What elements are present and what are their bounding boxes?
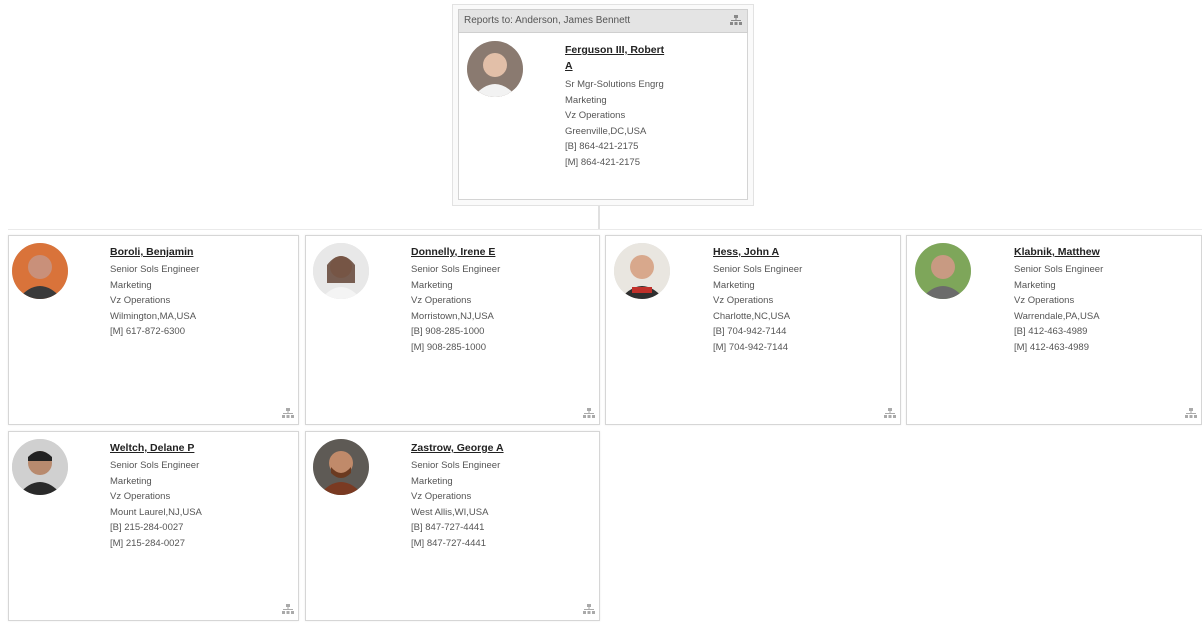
org-chart-icon[interactable] xyxy=(583,408,595,420)
org-chart-icon[interactable] xyxy=(1185,408,1197,420)
org-chart-icon[interactable] xyxy=(282,604,294,616)
report-details: Senior Sols Engineer Marketing Vz Operat… xyxy=(110,460,202,549)
manager-name[interactable]: Ferguson III, Robert A xyxy=(565,42,664,74)
report-name[interactable]: Hess, John A xyxy=(713,244,779,260)
manager-details: Sr Mgr-Solutions Engrg Marketing Vz Oper… xyxy=(565,79,664,168)
report-details: Senior Sols Engineer Marketing Vz Operat… xyxy=(1014,264,1104,353)
org-chart-icon[interactable] xyxy=(884,408,896,420)
report-details: Senior Sols Engineer Marketing Vz Operat… xyxy=(411,460,501,549)
report-details: Senior Sols Engineer Marketing Vz Operat… xyxy=(411,264,501,353)
org-chart-icon[interactable] xyxy=(583,604,595,616)
report-name[interactable]: Zastrow, George A xyxy=(411,440,504,456)
report-avatar xyxy=(614,243,670,299)
connector-line xyxy=(8,229,1202,230)
report-avatar xyxy=(12,439,68,495)
report-details: Senior Sols Engineer Marketing Vz Operat… xyxy=(713,264,803,353)
reports-to-header: Reports to: Anderson, James Bennett xyxy=(458,9,748,33)
org-chart-icon[interactable] xyxy=(730,15,742,27)
report-name[interactable]: Weltch, Delane P xyxy=(110,440,194,456)
report-details: Senior Sols Engineer Marketing Vz Operat… xyxy=(110,264,200,337)
org-chart-icon[interactable] xyxy=(282,408,294,420)
report-avatar xyxy=(313,243,369,299)
report-name[interactable]: Klabnik, Matthew xyxy=(1014,244,1100,260)
connector-line xyxy=(598,206,600,230)
reports-to-label: Reports to: Anderson, James Bennett xyxy=(464,15,631,26)
report-name[interactable]: Donnelly, Irene E xyxy=(411,244,495,260)
report-name[interactable]: Boroli, Benjamin xyxy=(110,244,193,260)
report-avatar xyxy=(12,243,68,299)
manager-avatar xyxy=(467,41,523,97)
report-avatar xyxy=(313,439,369,495)
report-avatar xyxy=(915,243,971,299)
